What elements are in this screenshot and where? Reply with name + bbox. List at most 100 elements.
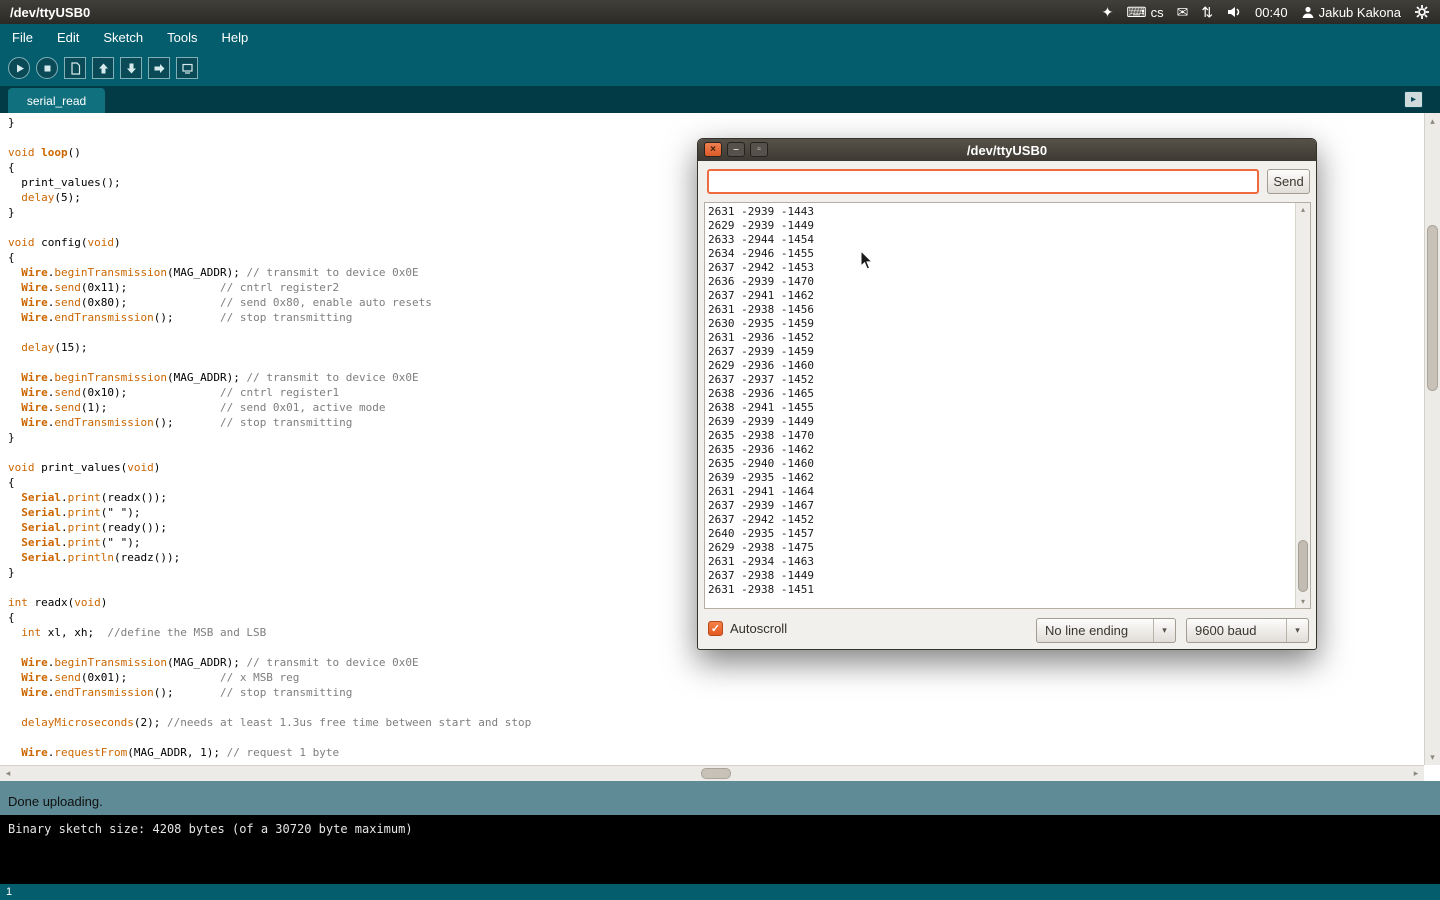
toolbar — [0, 50, 1440, 86]
status-message: Done uploading. — [8, 794, 103, 809]
menu-item-sketch[interactable]: Sketch — [103, 30, 143, 45]
scroll-down-icon[interactable]: ▾ — [1425, 749, 1440, 765]
ubuntu-top-panel: /dev/ttyUSB0 ✦ ⌨ cs ✉ ⇅ 00:40 Jakub Kako… — [0, 0, 1440, 24]
serial-monitor-window: × – ▫ /dev/ttyUSB0 Send 2631 -2939 -1443… — [697, 138, 1317, 650]
serial-output[interactable]: 2631 -2939 -14432629 -2939 -14492633 -29… — [708, 205, 1293, 606]
save-sketch-button[interactable] — [120, 57, 142, 79]
serial-line: 2631 -2934 -1463 — [708, 555, 1293, 569]
autoscroll-control[interactable]: ✓ Autoscroll — [708, 621, 787, 636]
sound-indicator[interactable] — [1226, 4, 1242, 20]
code-line: Wire.endTransmission(); // stop transmit… — [8, 685, 1424, 700]
mail-icon: ✉ — [1177, 5, 1189, 19]
code-line: } — [8, 115, 1424, 130]
serial-line: 2637 -2938 -1449 — [708, 569, 1293, 583]
session-menu[interactable] — [1414, 4, 1430, 20]
scroll-up-icon[interactable]: ▴ — [1296, 203, 1310, 216]
stop-icon — [41, 62, 54, 75]
serial-monitor-icon — [181, 62, 194, 75]
window-close-button[interactable]: × — [704, 142, 722, 157]
user-menu[interactable]: Jakub Kakona — [1301, 5, 1401, 20]
clock-indicator[interactable]: 00:40 — [1255, 5, 1288, 20]
send-button-label: Send — [1273, 174, 1303, 189]
editor-horizontal-scrollbar[interactable]: ◂ ▸ — [0, 765, 1424, 781]
serial-line: 2637 -2939 -1467 — [708, 499, 1293, 513]
serial-line: 2639 -2935 -1462 — [708, 471, 1293, 485]
open-sketch-icon — [97, 62, 110, 75]
serial-output-scrollbar[interactable]: ▴ ▾ — [1295, 203, 1310, 608]
window-maximize-button[interactable]: ▫ — [750, 142, 768, 157]
serial-line: 2635 -2938 -1470 — [708, 429, 1293, 443]
serial-line: 2631 -2939 -1443 — [708, 205, 1293, 219]
autoscroll-checkbox[interactable]: ✓ — [708, 621, 723, 636]
new-sketch-button[interactable] — [64, 57, 86, 79]
stop-button[interactable] — [36, 57, 58, 79]
check-icon: ✓ — [711, 622, 720, 635]
menu-item-tools[interactable]: Tools — [167, 30, 197, 45]
serial-monitor-titlebar[interactable]: × – ▫ /dev/ttyUSB0 — [698, 139, 1316, 161]
baud-rate-dropdown[interactable]: 9600 baud ▾ — [1186, 618, 1309, 643]
chevron-down-icon: ▾ — [1286, 619, 1308, 642]
serial-line: 2631 -2938 -1451 — [708, 583, 1293, 597]
serial-monitor-title: /dev/ttyUSB0 — [967, 143, 1047, 158]
window-buttons: × – ▫ — [704, 142, 768, 157]
serial-line: 2634 -2946 -1455 — [708, 247, 1293, 261]
user-icon — [1301, 5, 1315, 19]
scroll-right-icon[interactable]: ▸ — [1408, 766, 1424, 781]
upload-button[interactable] — [148, 57, 170, 79]
serial-line: 2631 -2941 -1464 — [708, 485, 1293, 499]
scroll-down-icon[interactable]: ▾ — [1296, 595, 1310, 608]
open-sketch-button[interactable] — [92, 57, 114, 79]
new-sketch-icon — [69, 62, 82, 75]
serial-line: 2636 -2939 -1470 — [708, 275, 1293, 289]
serial-line: 2637 -2941 -1462 — [708, 289, 1293, 303]
serial-output-panel: 2631 -2939 -14432629 -2939 -14492633 -29… — [704, 202, 1311, 609]
tab-label: serial_read — [27, 94, 86, 108]
indicator-star-icon[interactable]: ✦ — [1102, 5, 1114, 19]
serial-monitor-button[interactable] — [176, 57, 198, 79]
serial-line: 2637 -2942 -1452 — [708, 513, 1293, 527]
messaging-menu[interactable]: ✉ — [1177, 5, 1189, 19]
serial-line: 2631 -2938 -1456 — [708, 303, 1293, 317]
editor-vertical-scrollbar[interactable]: ▴ ▾ — [1424, 113, 1440, 765]
menu-item-edit[interactable]: Edit — [57, 30, 79, 45]
send-button[interactable]: Send — [1267, 169, 1310, 194]
editor-vertical-scroll-thumb[interactable] — [1427, 225, 1438, 391]
serial-line: 2637 -2939 -1459 — [708, 345, 1293, 359]
serial-output-scroll-thumb[interactable] — [1298, 540, 1308, 592]
window-minimize-button[interactable]: – — [727, 142, 745, 157]
menu-item-file[interactable]: File — [12, 30, 33, 45]
serial-monitor-footer: ✓ Autoscroll No line ending ▾ 9600 baud … — [698, 616, 1318, 646]
menu-item-help[interactable]: Help — [221, 30, 248, 45]
session-gear-icon — [1414, 4, 1430, 20]
serial-line: 2638 -2941 -1455 — [708, 401, 1293, 415]
console-text: Binary sketch size: 4208 bytes (of a 307… — [8, 822, 413, 836]
minimize-icon: – — [733, 144, 739, 155]
serial-line: 2631 -2936 -1452 — [708, 331, 1293, 345]
serial-line: 2635 -2936 -1462 — [708, 443, 1293, 457]
serial-send-input[interactable] — [707, 169, 1259, 194]
tab-menu-button[interactable]: ▸ — [1404, 91, 1423, 108]
focused-window-title: /dev/ttyUSB0 — [10, 5, 90, 20]
scroll-left-icon[interactable]: ◂ — [0, 766, 16, 781]
editor-horizontal-scroll-thumb[interactable] — [701, 768, 731, 779]
line-number: 1 — [6, 886, 12, 898]
build-console: Binary sketch size: 4208 bytes (of a 307… — [0, 815, 1440, 884]
tab-serial-read[interactable]: serial_read — [8, 88, 105, 113]
verify-button[interactable] — [8, 57, 30, 79]
serial-line: 2639 -2939 -1449 — [708, 415, 1293, 429]
user-name-label: Jakub Kakona — [1319, 5, 1401, 20]
clock-label: 00:40 — [1255, 5, 1288, 20]
close-icon: × — [710, 144, 716, 155]
scroll-up-icon[interactable]: ▴ — [1425, 113, 1440, 129]
chevron-down-icon: ▾ — [1153, 619, 1175, 642]
baud-rate-value: 9600 baud — [1187, 623, 1286, 638]
serial-line: 2637 -2942 -1453 — [708, 261, 1293, 275]
upload-icon — [153, 62, 166, 75]
status-bar: Done uploading. — [0, 781, 1440, 815]
keyboard-layout-indicator[interactable]: ⌨ cs — [1126, 5, 1163, 20]
code-line: delayMicroseconds(2); //needs at least 1… — [8, 715, 1424, 730]
network-indicator[interactable]: ⇅ — [1201, 5, 1213, 19]
line-ending-dropdown[interactable]: No line ending ▾ — [1036, 618, 1176, 643]
autoscroll-label: Autoscroll — [730, 621, 787, 636]
serial-line: 2640 -2935 -1457 — [708, 527, 1293, 541]
